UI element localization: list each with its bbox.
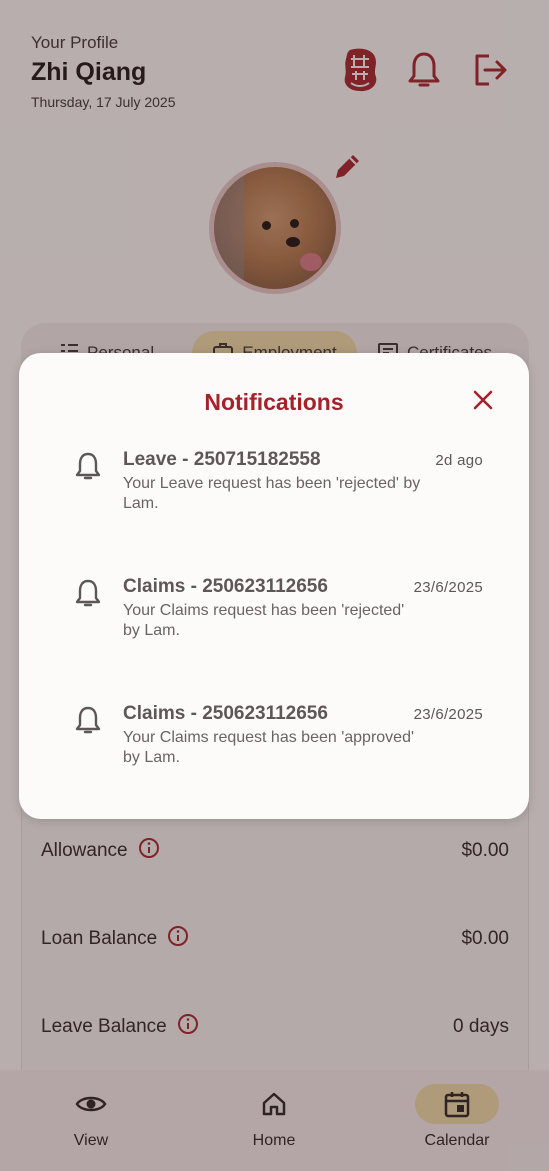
notification-item[interactable]: Claims - 250623112656 23/6/2025 Your Cla… bbox=[73, 703, 503, 793]
notification-body: Your Claims request has been 'rejected' … bbox=[123, 602, 405, 639]
notification-body: Your Claims request has been 'approved' … bbox=[123, 729, 415, 766]
bell-icon bbox=[73, 578, 103, 608]
bell-icon bbox=[73, 451, 103, 481]
notification-time: 23/6/2025 bbox=[413, 579, 483, 596]
notification-item[interactable]: Claims - 250623112656 23/6/2025 Your Cla… bbox=[73, 576, 503, 666]
notification-body: Your Leave request has been 'rejected' b… bbox=[123, 475, 421, 512]
notification-title: Claims - 250623112656 bbox=[123, 703, 328, 724]
notification-time: 23/6/2025 bbox=[413, 706, 483, 723]
notification-item[interactable]: Leave - 250715182558 2d ago Your Leave r… bbox=[73, 449, 503, 539]
dialog-title: Notifications bbox=[204, 389, 344, 415]
close-icon[interactable] bbox=[469, 386, 497, 414]
bell-icon bbox=[73, 705, 103, 735]
notification-title: Claims - 250623112656 bbox=[123, 576, 328, 597]
notifications-dialog: Notifications Leave - 250715182558 2d ag… bbox=[19, 353, 529, 819]
notification-time: 2d ago bbox=[435, 452, 483, 469]
notification-title: Leave - 250715182558 bbox=[123, 449, 321, 470]
